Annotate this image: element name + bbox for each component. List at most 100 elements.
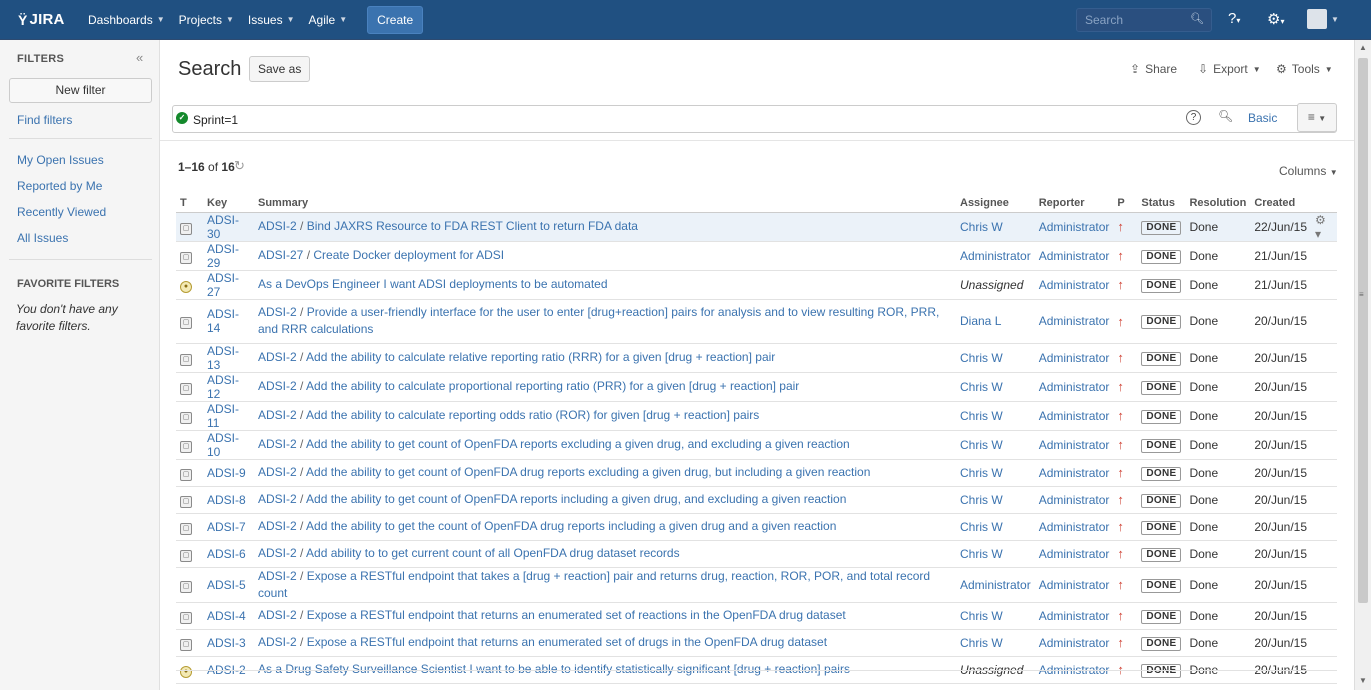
assignee-value[interactable]: Chris W — [960, 409, 1003, 423]
reporter-link[interactable]: Administrator — [1039, 351, 1110, 365]
table-row[interactable]: ▢ ADSI-5 ADSI-2 / Expose a RESTful endpo… — [176, 567, 1337, 603]
export-button[interactable]: ⇩ Export ▼ — [1198, 62, 1261, 76]
table-row[interactable]: ▢ ADSI-30 ADSI-2 / Bind JAXRS Resource t… — [176, 212, 1337, 242]
header-resolution[interactable]: Resolution — [1185, 194, 1251, 213]
sidebar-item-my-open-issues[interactable]: My Open Issues — [17, 153, 104, 167]
jira-logo[interactable]: Ÿ JIRA — [18, 11, 72, 28]
quick-search-input[interactable]: Search 🔍︎ — [1076, 8, 1212, 32]
issue-key-link[interactable]: ADSI-29 — [207, 242, 239, 270]
table-row[interactable]: ▢ ADSI-29 ADSI-27 / Create Docker deploy… — [176, 241, 1337, 271]
table-row[interactable]: ▢ ADSI-10 ADSI-2 / Add the ability to ge… — [176, 430, 1337, 460]
columns-button[interactable]: Columns ▼ — [1279, 164, 1338, 178]
issue-key-link[interactable]: ADSI-6 — [207, 547, 246, 561]
sidebar-item-all-issues[interactable]: All Issues — [17, 231, 68, 245]
summary-link[interactable]: Add the ability to get the count of Open… — [306, 519, 836, 533]
reporter-link[interactable]: Administrator — [1039, 220, 1110, 234]
table-row[interactable]: ▢ ADSI-4 ADSI-2 / Expose a RESTful endpo… — [176, 602, 1337, 630]
issue-key-link[interactable]: ADSI-27 — [207, 271, 239, 299]
assignee-value[interactable]: Chris W — [960, 636, 1003, 650]
actions-cell[interactable]: ⚙ ▾ — [1311, 212, 1337, 242]
search-icon[interactable]: 🔍︎ — [1218, 109, 1233, 123]
parent-issue-link[interactable]: ADSI-2 — [258, 379, 297, 393]
parent-issue-link[interactable]: ADSI-2 — [258, 546, 297, 560]
reporter-link[interactable]: Administrator — [1039, 636, 1110, 650]
reporter-link[interactable]: Administrator — [1039, 409, 1110, 423]
issue-key-link[interactable]: ADSI-4 — [207, 609, 246, 623]
parent-issue-link[interactable]: ADSI-2 — [258, 465, 297, 479]
table-row[interactable]: ▢ ADSI-6 ADSI-2 / Add ability to to get … — [176, 540, 1337, 568]
issue-key-link[interactable]: ADSI-10 — [207, 431, 239, 459]
summary-link[interactable]: Add the ability to get count of OpenFDA … — [306, 492, 846, 506]
tools-button[interactable]: ⚙ Tools ▼ — [1276, 62, 1333, 76]
summary-link[interactable]: Expose a RESTful endpoint that returns a… — [307, 635, 827, 649]
reporter-link[interactable]: Administrator — [1039, 578, 1110, 592]
summary-link[interactable]: Add the ability to get count of OpenFDA … — [306, 465, 870, 479]
nav-issues[interactable]: Issues ▼ — [242, 0, 301, 40]
create-button[interactable]: Create — [367, 5, 424, 34]
table-row[interactable]: ▢ ADSI-3 ADSI-2 / Expose a RESTful endpo… — [176, 629, 1337, 657]
avatar[interactable] — [1307, 9, 1327, 29]
jql-query-input[interactable] — [172, 105, 1337, 133]
reporter-link[interactable]: Administrator — [1039, 609, 1110, 623]
parent-issue-link[interactable]: ADSI-2 — [258, 635, 297, 649]
summary-link[interactable]: Create Docker deployment for ADSI — [313, 248, 504, 262]
header-reporter[interactable]: Reporter — [1034, 194, 1114, 213]
nav-agile[interactable]: Agile ▼ — [303, 0, 354, 40]
assignee-value[interactable]: Chris W — [960, 466, 1003, 480]
issue-key-link[interactable]: ADSI-7 — [207, 520, 246, 534]
save-as-button[interactable]: Save as — [249, 56, 311, 82]
assignee-value[interactable]: Chris W — [960, 351, 1003, 365]
sidebar-item-recently-viewed[interactable]: Recently Viewed — [17, 205, 106, 219]
nav-dashboards[interactable]: Dashboards ▼ — [82, 0, 171, 40]
summary-link[interactable]: Add the ability to calculate relative re… — [306, 350, 775, 364]
header-priority[interactable]: P — [1113, 194, 1138, 213]
reporter-link[interactable]: Administrator — [1039, 493, 1110, 507]
summary-link[interactable]: Add the ability to calculate proportiona… — [306, 379, 799, 393]
issue-key-link[interactable]: ADSI-5 — [207, 578, 246, 592]
vertical-scrollbar[interactable]: ▲ ≡ ▼ — [1354, 40, 1371, 690]
header-type[interactable]: T — [176, 194, 203, 213]
summary-link[interactable]: As a Drug Safety Surveillance Scientist … — [258, 662, 850, 676]
nav-projects[interactable]: Projects ▼ — [173, 0, 240, 40]
parent-issue-link[interactable]: ADSI-2 — [258, 219, 297, 233]
assignee-value[interactable]: Chris W — [960, 609, 1003, 623]
assignee-value[interactable]: Administrator — [960, 578, 1031, 592]
assignee-value[interactable]: Chris W — [960, 547, 1003, 561]
refresh-icon[interactable]: ↻ — [234, 158, 245, 174]
issue-key-link[interactable]: ADSI-8 — [207, 493, 246, 507]
assignee-value[interactable]: Administrator — [960, 249, 1031, 263]
find-filters-link[interactable]: Find filters — [17, 113, 72, 127]
new-filter-button[interactable]: New filter — [9, 78, 152, 103]
reporter-link[interactable]: Administrator — [1039, 380, 1110, 394]
reporter-link[interactable]: Administrator — [1039, 466, 1110, 480]
gear-icon[interactable]: ⚙▾ — [1267, 10, 1284, 28]
issue-key-link[interactable]: ADSI-11 — [207, 402, 239, 430]
basic-mode-link[interactable]: Basic — [1248, 111, 1277, 125]
issue-key-link[interactable]: ADSI-9 — [207, 466, 246, 480]
reporter-link[interactable]: Administrator — [1039, 547, 1110, 561]
jql-query-text[interactable]: Sprint=1 — [193, 113, 238, 127]
table-row[interactable]: ▢ ADSI-11 ADSI-2 / Add the ability to ca… — [176, 401, 1337, 431]
summary-link[interactable]: Bind JAXRS Resource to FDA REST Client t… — [307, 219, 638, 233]
reporter-link[interactable]: Administrator — [1039, 438, 1110, 452]
reporter-link[interactable]: Administrator — [1039, 249, 1110, 263]
parent-issue-link[interactable]: ADSI-27 — [258, 248, 303, 262]
assignee-value[interactable]: Chris W — [960, 380, 1003, 394]
share-button[interactable]: ⇪ Share — [1130, 62, 1177, 76]
summary-link[interactable]: As a DevOps Engineer I want ADSI deploym… — [258, 277, 608, 291]
summary-link[interactable]: Expose a RESTful endpoint that takes a [… — [258, 569, 930, 600]
table-row[interactable]: ● ADSI-27 As a DevOps Engineer I want AD… — [176, 270, 1337, 300]
table-row[interactable]: ▢ ADSI-14 ADSI-2 / Provide a user-friend… — [176, 299, 1337, 344]
scroll-up-icon[interactable]: ▲ — [1359, 43, 1367, 52]
parent-issue-link[interactable]: ADSI-2 — [258, 569, 297, 583]
assignee-value[interactable]: Chris W — [960, 493, 1003, 507]
issue-key-link[interactable]: ADSI-13 — [207, 344, 239, 372]
assignee-value[interactable]: Chris W — [960, 220, 1003, 234]
chevron-down-icon[interactable]: ▼ — [1331, 15, 1339, 24]
assignee-value[interactable]: Chris W — [960, 438, 1003, 452]
scrollbar-thumb[interactable] — [1358, 58, 1368, 603]
issue-key-link[interactable]: ADSI-3 — [207, 636, 246, 650]
gear-icon[interactable]: ⚙ ▾ — [1315, 213, 1326, 241]
help-icon[interactable]: ? — [1186, 110, 1201, 125]
header-status[interactable]: Status — [1137, 194, 1186, 213]
